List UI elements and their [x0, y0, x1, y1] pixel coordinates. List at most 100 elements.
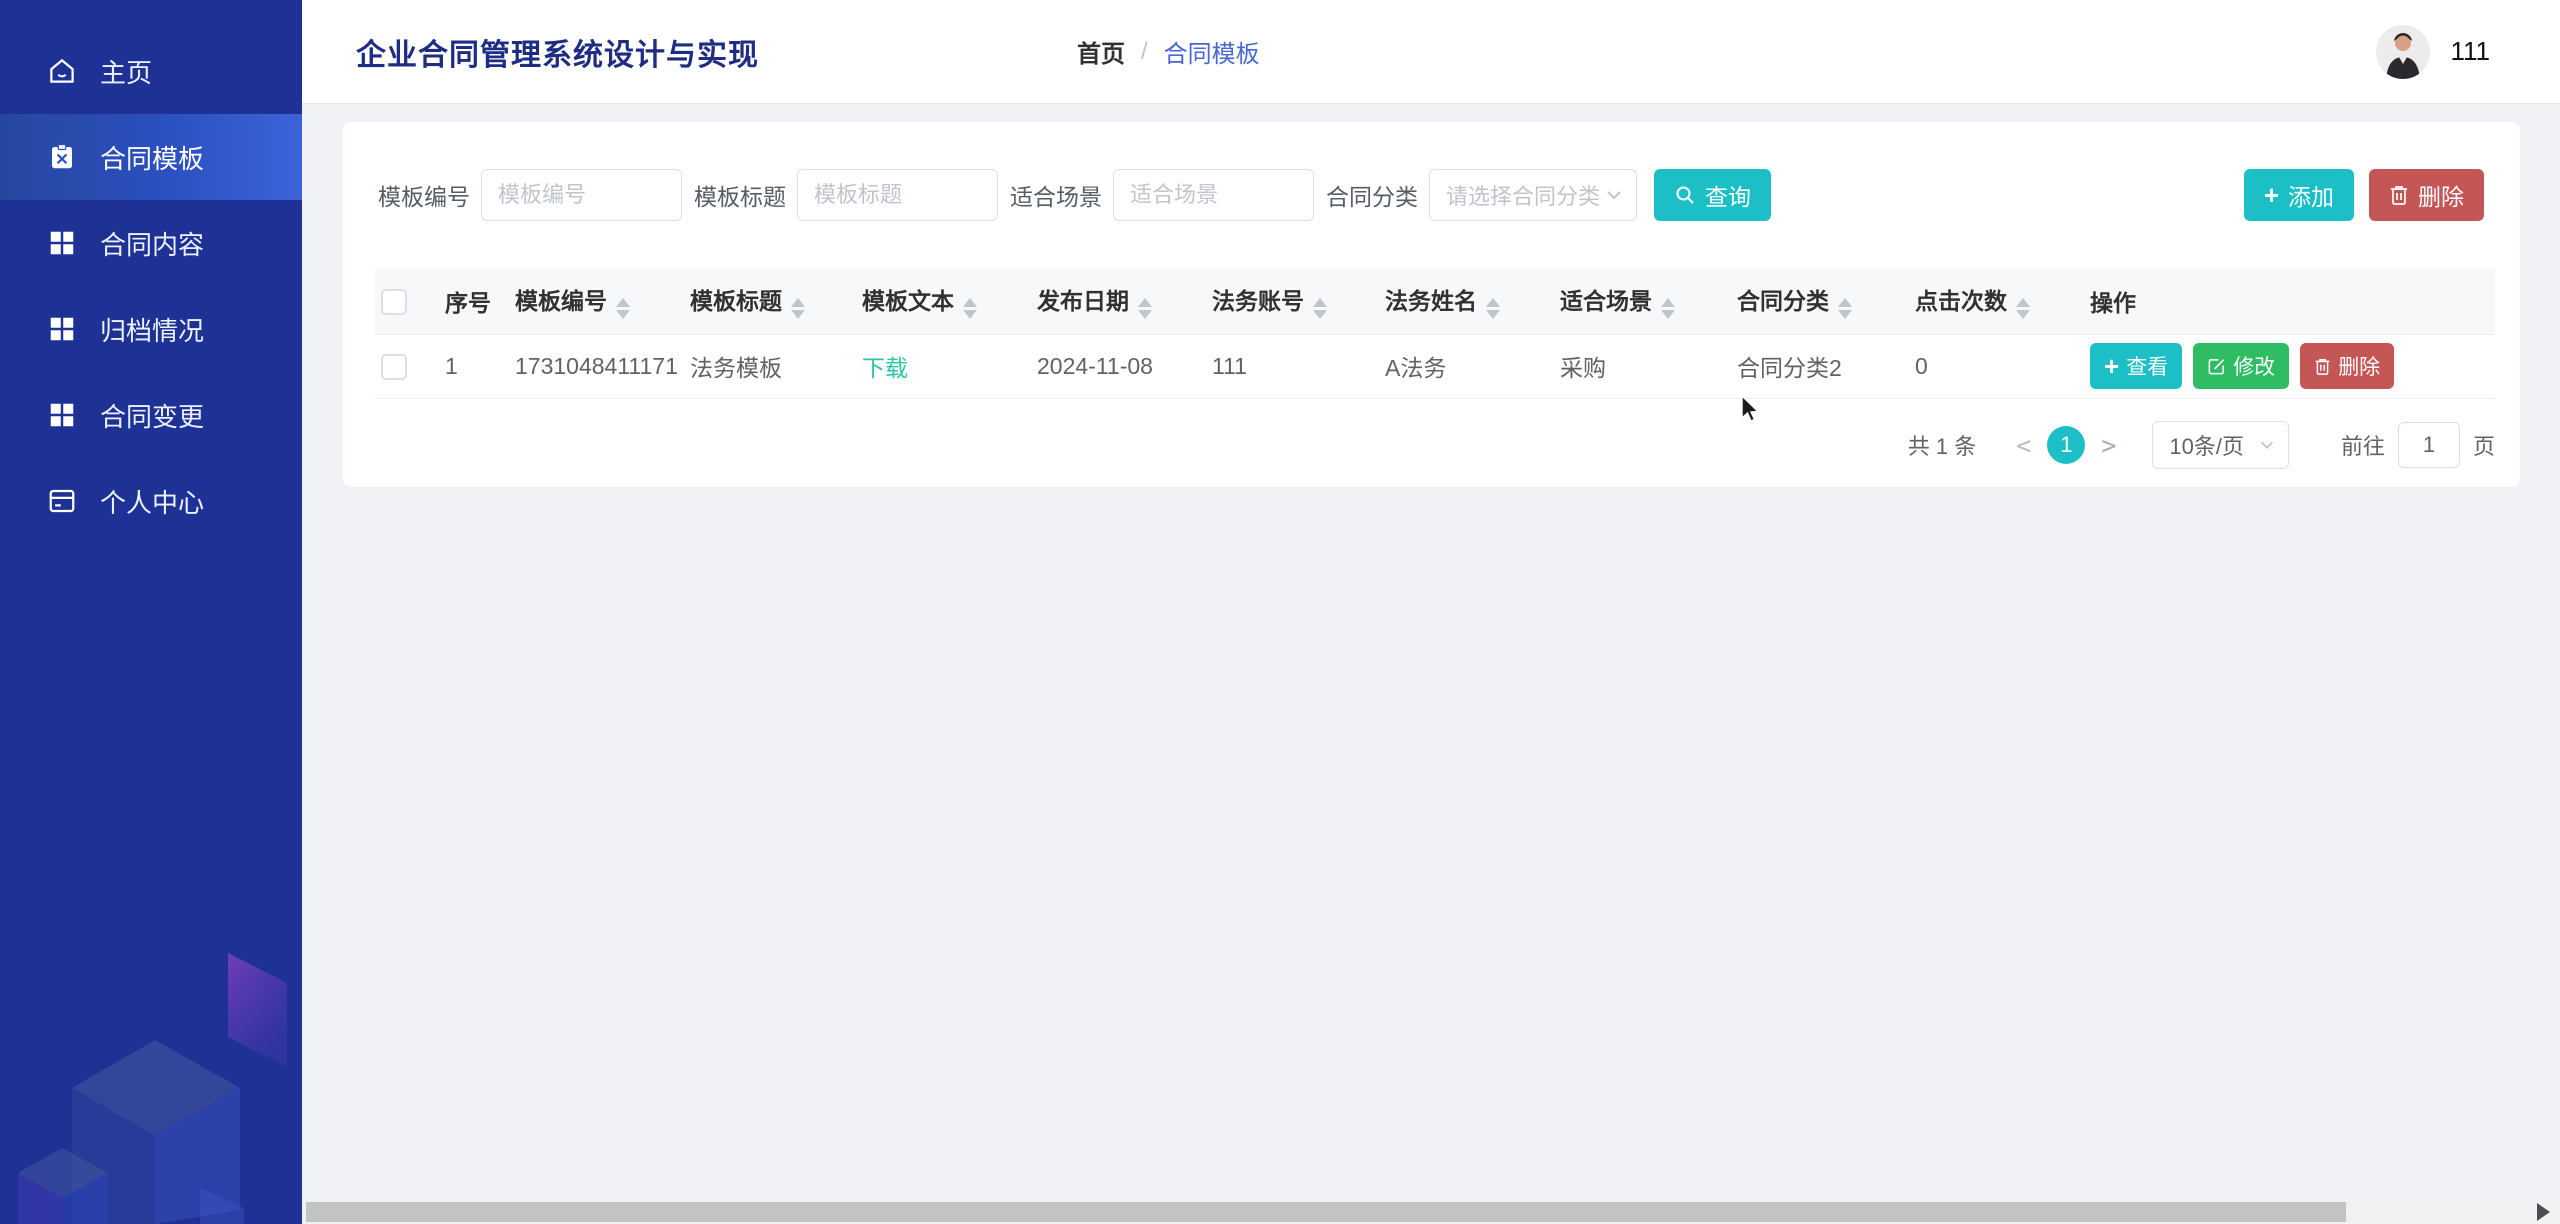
edit-button[interactable]: 修改 [2193, 343, 2289, 389]
col-category: 合同分类 [1737, 268, 1915, 334]
trash-icon [2314, 357, 2331, 376]
cell-clicks: 0 [1915, 334, 2090, 398]
pagination-prev-button[interactable]: < [2016, 431, 2031, 460]
page-title: 企业合同管理系统设计与实现 [356, 0, 759, 103]
filter-label: 合同分类 [1326, 178, 1418, 212]
sidebar-item-label: 个人中心 [100, 483, 204, 520]
delete-button[interactable]: 删除 [2300, 343, 2394, 389]
search-button[interactable]: 查询 [1654, 169, 1771, 221]
goto-label: 前往 [2341, 429, 2385, 461]
grid-icon [46, 399, 78, 431]
sidebar-item-contract-template[interactable]: 合同模板 [0, 114, 302, 200]
select-all-checkbox[interactable] [381, 289, 407, 315]
sidebar: 主页 合同模板 合同内容 [0, 0, 302, 1224]
cell-template-title: 法务模板 [690, 334, 862, 398]
grid-icon [46, 227, 78, 259]
pagination-goto: 前往 页 [2341, 422, 2495, 468]
sidebar-item-contract-content[interactable]: 合同内容 [0, 200, 302, 286]
col-scene: 适合场景 [1560, 268, 1737, 334]
sort-icon[interactable] [1838, 298, 1852, 319]
sidebar-item-label: 合同变更 [100, 397, 204, 434]
goto-unit: 页 [2473, 429, 2495, 461]
table-header-row: 序号 模板编号 模板标题 模板文本 发布日期 法务账号 法务姓名 适合场景 合同… [375, 268, 2495, 334]
top-header: 企业合同管理系统设计与实现 首页 / 合同模板 111 [302, 0, 2560, 103]
horizontal-scrollbar-thumb[interactable] [306, 1202, 2346, 1222]
chevron-down-icon [1604, 185, 1624, 205]
col-publish-date: 发布日期 [1037, 268, 1212, 334]
pagination-page-1[interactable]: 1 [2047, 426, 2085, 464]
sort-icon[interactable] [616, 298, 630, 319]
sidebar-item-label: 主页 [100, 53, 152, 90]
sidebar-item-label: 归档情况 [100, 311, 204, 348]
page-size-value: 10条/页 [2169, 429, 2244, 461]
sort-icon[interactable] [1661, 298, 1675, 319]
page-size-select[interactable]: 10条/页 [2152, 421, 2289, 469]
sidebar-item-archive-status[interactable]: 归档情况 [0, 286, 302, 372]
col-template-text: 模板文本 [862, 268, 1037, 334]
edit-icon [2207, 357, 2226, 376]
sort-icon[interactable] [2016, 298, 2030, 319]
breadcrumb-current[interactable]: 合同模板 [1164, 34, 1260, 69]
search-icon [1674, 184, 1696, 206]
download-link[interactable]: 下载 [862, 355, 908, 381]
col-actions: 操作 [2090, 268, 2495, 334]
profile-card-icon [46, 485, 78, 517]
category-select[interactable]: 请选择合同分类 [1429, 169, 1637, 221]
cell-scene: 采购 [1560, 334, 1737, 398]
sort-icon[interactable] [1138, 298, 1152, 319]
plus-icon: + [2104, 353, 2119, 379]
filter-label: 模板编号 [378, 178, 470, 212]
batch-delete-button[interactable]: 删除 [2369, 169, 2484, 221]
sort-icon[interactable] [791, 298, 805, 319]
filter-scene: 适合场景 [1010, 169, 1314, 221]
data-table: 序号 模板编号 模板标题 模板文本 发布日期 法务账号 法务姓名 适合场景 合同… [375, 268, 2495, 399]
filter-template-title: 模板标题 [694, 169, 998, 221]
cell-category: 合同分类2 [1737, 334, 1915, 398]
template-no-input[interactable] [481, 169, 682, 221]
filter-bar: 模板编号 模板标题 适合场景 合同分类 请选择合同分类 查询 + 添加 [378, 169, 2484, 221]
cell-legal-name: A法务 [1385, 334, 1560, 398]
sort-icon[interactable] [963, 298, 977, 319]
grid-icon [46, 313, 78, 345]
filter-template-no: 模板编号 [378, 169, 682, 221]
sidebar-nav: 主页 合同模板 合同内容 [0, 0, 302, 544]
sidebar-item-contract-change[interactable]: 合同变更 [0, 372, 302, 458]
sort-icon[interactable] [1486, 298, 1500, 319]
cell-template-no: 1731048411171 [515, 334, 690, 398]
plus-icon: + [2264, 182, 2279, 208]
sort-icon[interactable] [1313, 298, 1327, 319]
sidebar-item-home[interactable]: 主页 [0, 28, 302, 114]
add-button[interactable]: + 添加 [2244, 169, 2354, 221]
horizontal-scrollbar-track[interactable] [302, 1200, 2560, 1224]
user-avatar[interactable] [2376, 25, 2430, 79]
chevron-down-icon [2258, 436, 2276, 454]
home-icon [46, 55, 78, 87]
breadcrumb-home[interactable]: 首页 [1077, 34, 1125, 69]
cell-legal-account: 111 [1212, 334, 1385, 398]
row-checkbox[interactable] [381, 354, 407, 380]
sidebar-item-profile[interactable]: 个人中心 [0, 458, 302, 544]
sidebar-item-label: 合同模板 [100, 139, 204, 176]
scrollbar-right-arrow-icon[interactable] [2537, 1203, 2550, 1221]
col-legal-account: 法务账号 [1212, 268, 1385, 334]
pagination: 共 1 条 < 1 > 10条/页 前往 页 [1908, 422, 2495, 468]
col-template-title: 模板标题 [690, 268, 862, 334]
row-actions: + 查看 修改 [2090, 343, 2495, 389]
cell-index: 1 [445, 334, 515, 398]
goto-page-input[interactable] [2398, 422, 2460, 468]
template-title-input[interactable] [797, 169, 998, 221]
col-template-no: 模板编号 [515, 268, 690, 334]
col-clicks: 点击次数 [1915, 268, 2090, 334]
col-index: 序号 [445, 268, 515, 334]
scene-input[interactable] [1113, 169, 1314, 221]
view-button[interactable]: + 查看 [2090, 343, 2182, 389]
user-area: 111 [2376, 0, 2490, 103]
table-row: 1 1731048411171 法务模板 下载 2024-11-08 111 A… [375, 334, 2495, 398]
pagination-next-button[interactable]: > [2101, 431, 2116, 460]
col-legal-name: 法务姓名 [1385, 268, 1560, 334]
filter-label: 适合场景 [1010, 178, 1102, 212]
user-name[interactable]: 111 [2450, 36, 2490, 67]
cell-publish-date: 2024-11-08 [1037, 334, 1212, 398]
category-select-placeholder: 请选择合同分类 [1446, 179, 1600, 211]
filter-category: 合同分类 请选择合同分类 [1326, 169, 1637, 221]
